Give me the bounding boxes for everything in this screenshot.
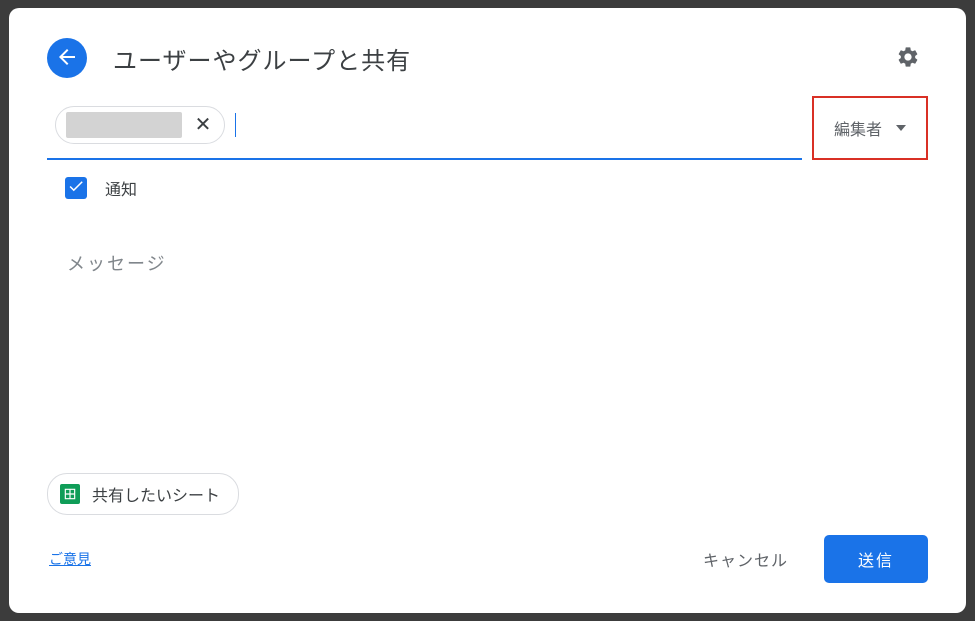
notify-label: 通知 bbox=[105, 176, 137, 200]
arrow-left-icon bbox=[55, 45, 79, 72]
recipient-input[interactable]: ✕ bbox=[47, 96, 802, 160]
dialog-footer: ご意見 キャンセル 送信 bbox=[9, 515, 966, 613]
gear-icon bbox=[896, 45, 920, 72]
back-button[interactable] bbox=[47, 38, 87, 78]
role-dropdown-label: 編集者 bbox=[834, 116, 882, 140]
notify-checkbox[interactable] bbox=[65, 177, 87, 199]
attachment-label: 共有したいシート bbox=[92, 482, 220, 506]
chip-remove-icon[interactable]: ✕ bbox=[192, 114, 214, 136]
role-dropdown[interactable]: 編集者 bbox=[812, 96, 928, 160]
attachment-chip[interactable]: 共有したいシート bbox=[47, 473, 239, 515]
text-cursor bbox=[235, 113, 236, 137]
feedback-link[interactable]: ご意見 bbox=[49, 549, 91, 569]
recipient-chip[interactable]: ✕ bbox=[55, 106, 225, 144]
caret-down-icon bbox=[896, 125, 906, 131]
notify-row: 通知 bbox=[9, 160, 966, 200]
sheets-icon bbox=[60, 484, 80, 504]
share-dialog: ユーザーやグループと共有 ✕ 編集者 通知 メッセージ bbox=[9, 8, 966, 613]
recipient-row: ✕ 編集者 bbox=[9, 96, 966, 160]
dialog-header: ユーザーやグループと共有 bbox=[9, 8, 966, 96]
dialog-title: ユーザーやグループと共有 bbox=[113, 41, 888, 76]
recipient-chip-label bbox=[66, 112, 182, 138]
send-button[interactable]: 送信 bbox=[824, 535, 928, 583]
message-area[interactable]: メッセージ bbox=[9, 200, 966, 276]
settings-button[interactable] bbox=[888, 38, 928, 78]
check-icon bbox=[67, 177, 85, 200]
cancel-button[interactable]: キャンセル bbox=[681, 537, 810, 581]
message-placeholder: メッセージ bbox=[67, 254, 167, 274]
attachment-row: 共有したいシート bbox=[9, 473, 277, 515]
